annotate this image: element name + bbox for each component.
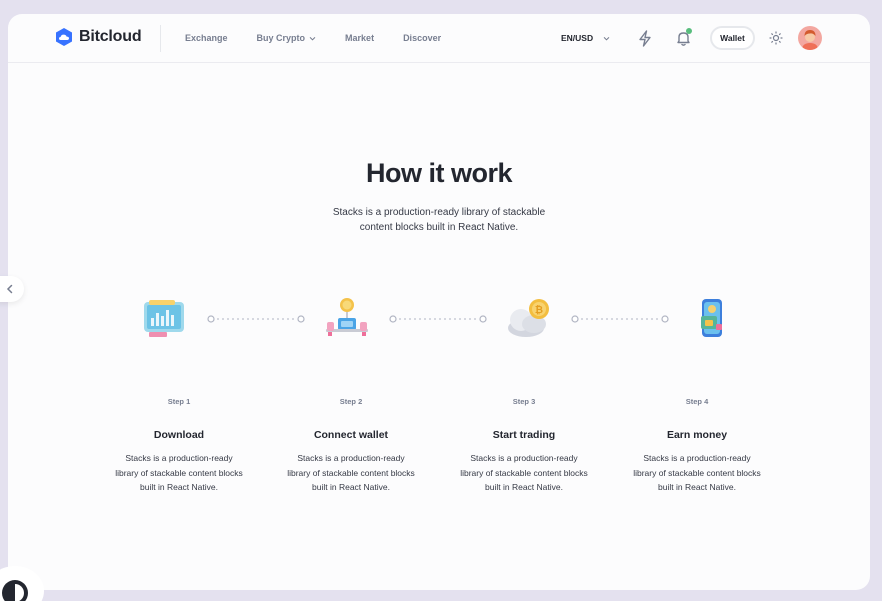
svg-text:₿: ₿ bbox=[535, 304, 543, 316]
chevron-left-icon bbox=[6, 284, 13, 294]
step-description-line: built in React Native. bbox=[312, 482, 390, 492]
step-title: Start trading bbox=[492, 429, 556, 441]
step-number: Step 3 bbox=[512, 397, 536, 406]
step-connector bbox=[571, 315, 669, 323]
step-description-line: Stacks is a production-ready bbox=[643, 453, 751, 463]
step-description-line: built in React Native. bbox=[485, 482, 563, 492]
step-description-line: library of stackable content blocks bbox=[460, 467, 588, 478]
top-header: Bitcloud Exchange Buy Crypto Market Disc… bbox=[8, 14, 870, 63]
sun-icon bbox=[769, 31, 783, 45]
brand-name: Bitcloud bbox=[79, 28, 142, 45]
section-subtitle: Stacks is a production-ready library of … bbox=[8, 205, 870, 235]
step-description-line: library of stackable content blocks bbox=[287, 467, 415, 478]
main-nav: Exchange Buy Crypto Market Discover bbox=[185, 33, 441, 43]
step-description: Stacks is a production-ready library of … bbox=[276, 451, 426, 495]
step-number: Step 1 bbox=[167, 397, 191, 406]
step-number: Step 4 bbox=[685, 397, 709, 406]
coin-cloud-illustration: ₿ bbox=[508, 299, 549, 337]
step-number: Step 2 bbox=[339, 397, 363, 406]
brand-logo[interactable]: Bitcloud bbox=[54, 27, 142, 47]
step-description: Stacks is a production-ready library of … bbox=[449, 451, 599, 495]
contrast-icon bbox=[2, 580, 28, 601]
nav-item-exchange[interactable]: Exchange bbox=[185, 33, 228, 43]
step-description: Stacks is a production-ready library of … bbox=[104, 451, 254, 495]
nav-item-label: Market bbox=[345, 33, 375, 43]
step-title: Earn money bbox=[666, 429, 728, 441]
section-subtitle-line: content blocks built in React Native. bbox=[359, 222, 519, 233]
phone-wallet-illustration bbox=[701, 299, 722, 337]
nav-item-label: Exchange bbox=[185, 33, 228, 43]
chevron-down-icon bbox=[603, 36, 610, 41]
nav-item-label: Buy Crypto bbox=[256, 33, 306, 43]
wallet-connect-illustration bbox=[326, 298, 368, 336]
step-description-line: library of stackable content blocks bbox=[633, 467, 761, 478]
step-description-line: library of stackable content blocks bbox=[115, 467, 243, 478]
step-description-line: Stacks is a production-ready bbox=[125, 453, 233, 463]
section-subtitle-line: Stacks is a production-ready library of … bbox=[332, 207, 546, 218]
step-description-line: Stacks is a production-ready bbox=[470, 453, 578, 463]
step-connector bbox=[207, 315, 305, 323]
notifications-button[interactable] bbox=[674, 28, 692, 48]
avatar-image bbox=[798, 26, 822, 50]
notification-dot bbox=[686, 28, 692, 34]
step-connector bbox=[389, 315, 487, 323]
step-description-line: built in React Native. bbox=[658, 482, 736, 492]
cloud-logo-icon bbox=[56, 28, 72, 46]
chevron-down-icon bbox=[309, 36, 316, 41]
language-currency-select[interactable]: EN/USD bbox=[561, 33, 610, 43]
step-title: Connect wallet bbox=[313, 429, 389, 441]
step-description-line: built in React Native. bbox=[140, 482, 218, 492]
page-card: Bitcloud Exchange Buy Crypto Market Disc… bbox=[8, 14, 870, 590]
step-description-line: Stacks is a production-ready bbox=[297, 453, 405, 463]
nav-item-buy-crypto[interactable]: Buy Crypto bbox=[257, 33, 317, 43]
section-title: How it work bbox=[365, 158, 513, 188]
nav-item-discover[interactable]: Discover bbox=[403, 33, 441, 43]
lightning-icon bbox=[639, 29, 651, 47]
computer-illustration bbox=[144, 300, 184, 337]
header-divider bbox=[160, 25, 161, 52]
user-avatar[interactable] bbox=[798, 26, 822, 50]
step-title: Download bbox=[153, 429, 205, 441]
step-description: Stacks is a production-ready library of … bbox=[622, 451, 772, 495]
language-label: EN/USD bbox=[561, 33, 594, 43]
nav-item-label: Discover bbox=[403, 33, 442, 43]
theme-button[interactable] bbox=[768, 30, 784, 46]
activity-button[interactable] bbox=[637, 29, 653, 47]
nav-item-market[interactable]: Market bbox=[345, 33, 374, 43]
wallet-button[interactable]: Wallet bbox=[710, 26, 755, 50]
